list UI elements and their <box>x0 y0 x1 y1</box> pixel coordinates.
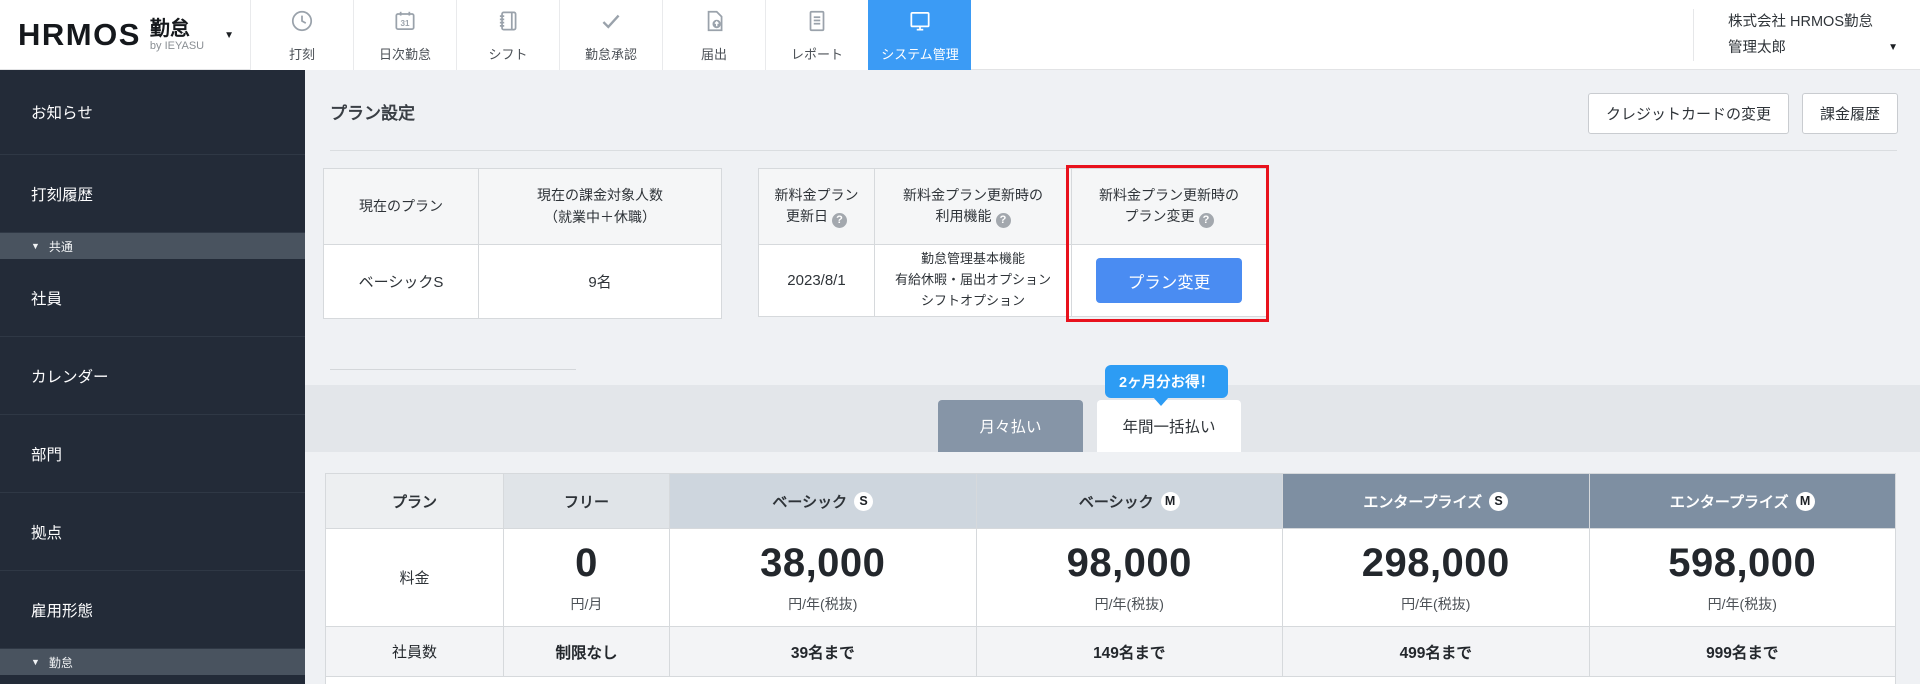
plan-header-enterprise-s: エンタープライズS <box>1282 474 1589 528</box>
billed-count-header: 現在の課金対象人数 （就業中＋休職） <box>478 169 721 244</box>
sidebar-item-dakoku-rireki[interactable]: 打刻履歴 <box>0 155 305 233</box>
page-actions: クレジットカードの変更 課金履歴 <box>1588 93 1898 134</box>
sidebar-item-oshirase[interactable]: お知らせ <box>0 70 305 155</box>
employees-enterprise-s: 499名まで <box>1282 626 1589 676</box>
sidebar: お知らせ 打刻履歴 ▼共通 社員 カレンダー 部門 拠点 雇用形態 ▼勤怠 <box>0 70 305 684</box>
document-upload-icon <box>701 8 727 39</box>
price-row-label: 料金 <box>326 528 503 626</box>
renewal-plan-change-header: 新料金プラン更新時の プラン変更? <box>1071 169 1266 244</box>
employees-row-label: 社員数 <box>326 626 503 676</box>
price-enterprise-m: 598,000円/年(税抜) <box>1589 528 1896 626</box>
nav-item-kintai-shonin[interactable]: 勤怠承認 <box>559 0 662 70</box>
page-title: プラン設定 <box>330 99 415 124</box>
top-navigation: 打刻 31 日次勤怠 シフト 勤怠承認 届出 レポート システム管理 <box>250 0 971 70</box>
discount-badge: 2ヶ月分お得！ <box>1105 365 1228 398</box>
current-plan-header: 現在のプラン <box>324 169 478 244</box>
nav-item-nichiji-kintai[interactable]: 31 日次勤怠 <box>353 0 456 70</box>
sidebar-item-koyo-keitai[interactable]: 雇用形態 <box>0 571 305 649</box>
price-basic-m: 98,000円/年(税抜) <box>976 528 1283 626</box>
app-logo: HRMOS 勤怠 by IEYASU ▼ <box>18 0 234 70</box>
tab-annual-payment[interactable]: 年間一括払い <box>1097 400 1241 452</box>
section-caret-icon: ▼ <box>31 241 40 251</box>
sidebar-item-bumon[interactable]: 部門 <box>0 415 305 493</box>
price-free: 0円/月 <box>503 528 669 626</box>
sidebar-item-shain[interactable]: 社員 <box>0 259 305 337</box>
help-icon[interactable]: ? <box>1199 213 1214 228</box>
svg-text:31: 31 <box>400 18 410 27</box>
employees-basic-s: 39名まで <box>669 626 976 676</box>
checkmark-icon <box>598 8 624 39</box>
section-divider <box>330 369 576 370</box>
account-menu[interactable]: 株式会社 HRMOS勤怠 管理太郎 ▼ <box>1693 9 1898 61</box>
plan-header-enterprise-m: エンタープライズM <box>1589 474 1896 528</box>
tier-badge-m: M <box>1161 492 1180 511</box>
billing-history-button[interactable]: 課金履歴 <box>1802 93 1898 134</box>
product-name: 勤怠 <box>150 18 204 40</box>
billed-count-value: 9名 <box>478 244 721 318</box>
brand-byline: by IEYASU <box>150 40 204 52</box>
tier-badge-m: M <box>1796 492 1815 511</box>
renewal-features-header: 新料金プラン更新時の 利用機能? <box>874 169 1071 244</box>
plan-header-basic-m: ベーシックM <box>976 474 1283 528</box>
clock-icon <box>289 8 315 39</box>
price-enterprise-s: 298,000円/年(税抜) <box>1282 528 1589 626</box>
nav-item-todokede[interactable]: 届出 <box>662 0 765 70</box>
nav-item-report[interactable]: レポート <box>765 0 868 70</box>
plan-header-basic-s: ベーシックS <box>669 474 976 528</box>
section-caret-icon: ▼ <box>31 657 40 667</box>
renewal-date-header: 新料金プラン 更新日? <box>759 169 874 244</box>
employees-free: 制限なし <box>503 626 669 676</box>
renewal-plan-change-cell: プラン変更 <box>1071 244 1266 316</box>
user-name: 管理太郎 <box>1728 35 1786 61</box>
sidebar-section-kintai[interactable]: ▼勤怠 <box>0 649 305 675</box>
company-name: 株式会社 HRMOS勤怠 <box>1728 9 1898 35</box>
current-plan-table: 現在のプラン 現在の課金対象人数 （就業中＋休職） ベーシックS 9名 <box>323 168 722 319</box>
tier-badge-s: S <box>854 492 873 511</box>
sidebar-item-kyoten[interactable]: 拠点 <box>0 493 305 571</box>
logo-dropdown-caret-icon[interactable]: ▼ <box>224 30 234 41</box>
employees-enterprise-m: 999名まで <box>1589 626 1896 676</box>
notebook-icon <box>495 8 521 39</box>
renewal-plan-table: 新料金プラン 更新日? 新料金プラン更新時の 利用機能? 新料金プラン更新時の … <box>758 168 1267 317</box>
plan-header-free: フリー <box>503 474 669 528</box>
nav-item-system-kanri[interactable]: システム管理 <box>868 0 971 70</box>
brand-logo: HRMOS <box>18 17 141 53</box>
title-divider <box>330 150 1897 151</box>
tab-monthly-payment[interactable]: 月々払い <box>938 400 1083 452</box>
employees-basic-m: 149名まで <box>976 626 1283 676</box>
tier-badge-s: S <box>1489 492 1508 511</box>
account-dropdown-caret-icon[interactable]: ▼ <box>1888 39 1898 57</box>
pricing-table: プラン フリー ベーシックS ベーシックM エンタープライズS エンタープライズ… <box>325 473 1896 684</box>
renewal-features-value: 勤怠管理基本機能 有給休暇・届出オプション シフトオプション <box>874 244 1071 316</box>
sidebar-section-kyotsu[interactable]: ▼共通 <box>0 233 305 259</box>
help-icon[interactable]: ? <box>996 213 1011 228</box>
nav-item-dakoku[interactable]: 打刻 <box>250 0 353 70</box>
sidebar-item-calendar[interactable]: カレンダー <box>0 337 305 415</box>
next-row-partial <box>326 676 1895 684</box>
current-plan-value: ベーシックS <box>324 244 478 318</box>
report-document-icon <box>804 8 830 39</box>
top-bar: HRMOS 勤怠 by IEYASU ▼ 打刻 31 日次勤怠 シフト 勤怠承認… <box>0 0 1920 70</box>
plan-settings-page: プラン設定 クレジットカードの変更 課金履歴 現在のプラン 現在の課金対象人数 … <box>305 70 1920 684</box>
plan-change-button[interactable]: プラン変更 <box>1096 258 1242 303</box>
calendar-icon: 31 <box>392 8 418 39</box>
change-credit-card-button[interactable]: クレジットカードの変更 <box>1588 93 1789 134</box>
monitor-icon <box>907 8 933 39</box>
billing-cycle-band: 2ヶ月分お得！ 月々払い 年間一括払い <box>305 385 1920 452</box>
help-icon[interactable]: ? <box>832 213 847 228</box>
pricing-corner-header: プラン <box>326 474 503 528</box>
renewal-date-value: 2023/8/1 <box>759 244 874 316</box>
price-basic-s: 38,000円/年(税抜) <box>669 528 976 626</box>
nav-item-shift[interactable]: シフト <box>456 0 559 70</box>
